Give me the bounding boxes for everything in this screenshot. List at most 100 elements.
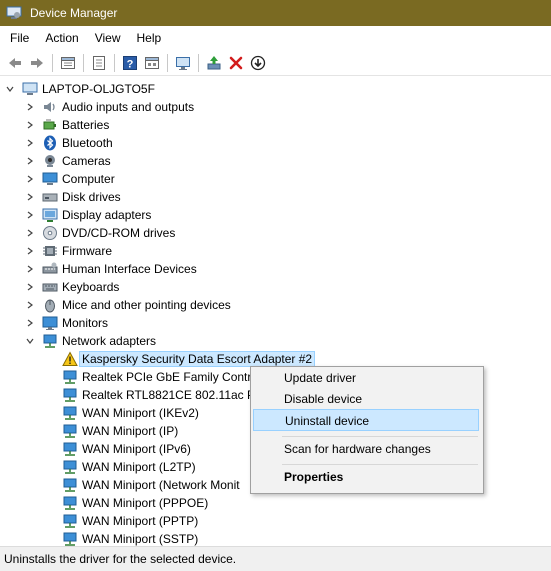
tree-category-network-adapters[interactable]: Network adapters (24, 332, 156, 350)
chevron-right-icon[interactable] (24, 209, 36, 221)
dvd-icon (43, 226, 57, 240)
tree-category-keyboards[interactable]: Keyboards (24, 278, 119, 296)
hid-icon (42, 262, 58, 274)
svg-text:?: ? (127, 58, 134, 70)
back-icon[interactable] (4, 52, 26, 74)
network-adapter-icon (63, 442, 77, 456)
adapter-label: WAN Miniport (SSTP) (82, 532, 199, 546)
adapter-label: WAN Miniport (Network Monit (82, 478, 240, 492)
chevron-right-icon[interactable] (24, 137, 36, 149)
title-bar: Device Manager (0, 0, 551, 26)
category-label: Computer (62, 172, 115, 186)
toolbar-separator (114, 53, 115, 72)
tree-category-firmware[interactable]: Firmware (24, 242, 112, 260)
network-adapter-item[interactable]: WAN Miniport (Network Monit (62, 476, 240, 494)
network-adapter-icon (63, 388, 77, 402)
adapter-label: WAN Miniport (PPTP) (82, 514, 199, 528)
network-adapter-item[interactable]: WAN Miniport (IPv6) (62, 440, 191, 458)
network-adapter-item[interactable]: WAN Miniport (L2TP) (62, 458, 196, 476)
context-menu: Update driver Disable device Uninstall d… (250, 366, 484, 494)
chevron-right-icon[interactable] (24, 227, 36, 239)
menu-item-update-driver[interactable]: Update driver (253, 367, 479, 389)
properties-view-icon[interactable] (57, 52, 79, 74)
chevron-right-icon[interactable] (24, 317, 36, 329)
tree-category-hid[interactable]: Human Interface Devices (24, 260, 197, 278)
tree-category-bluetooth[interactable]: Bluetooth (24, 134, 113, 152)
status-bar: Uninstalls the driver for the selected d… (0, 546, 551, 571)
chevron-right-icon[interactable] (24, 155, 36, 167)
tree-category-mice[interactable]: Mice and other pointing devices (24, 296, 231, 314)
adapter-label: WAN Miniport (IP) (82, 424, 179, 438)
tree-category-monitors[interactable]: Monitors (24, 314, 108, 332)
tree-category-display-adapters[interactable]: Display adapters (24, 206, 151, 224)
chevron-down-icon[interactable] (24, 335, 36, 347)
tree-category-dvd[interactable]: DVD/CD-ROM drives (24, 224, 175, 242)
category-label: Monitors (62, 316, 109, 330)
chevron-right-icon[interactable] (24, 119, 36, 131)
help-icon[interactable]: ? (119, 52, 141, 74)
menu-help[interactable]: Help (129, 27, 170, 49)
network-adapter-item[interactable]: WAN Miniport (PPPOE) (62, 494, 208, 512)
menu-separator (282, 436, 478, 437)
network-adapter-item[interactable]: WAN Miniport (SSTP) (62, 530, 198, 546)
menu-item-disable-device[interactable]: Disable device (253, 388, 479, 410)
chevron-right-icon[interactable] (24, 245, 36, 257)
status-text: Uninstalls the driver for the selected d… (4, 552, 237, 566)
disk-icon (42, 193, 58, 202)
tree-category-disk-drives[interactable]: Disk drives (24, 188, 121, 206)
toolbar-separator (83, 53, 84, 72)
chevron-right-icon[interactable] (24, 281, 36, 293)
category-label: Network adapters (62, 334, 157, 348)
category-label: DVD/CD-ROM drives (62, 226, 176, 240)
adapter-label: WAN Miniport (PPPOE) (82, 496, 209, 510)
tree-root[interactable]: LAPTOP-OLJGTO5F (4, 80, 155, 98)
network-adapter-item[interactable]: WAN Miniport (IP) (62, 422, 178, 440)
toolbar-separator (167, 53, 168, 72)
adapter-label: WAN Miniport (L2TP) (82, 460, 196, 474)
network-adapter-icon (63, 532, 77, 546)
download-icon[interactable] (247, 52, 269, 74)
menu-separator (282, 464, 478, 465)
category-label: Audio inputs and outputs (62, 100, 195, 114)
network-adapter-item[interactable]: Realtek PCIe GbE Family Contro (62, 368, 258, 386)
bluetooth-icon (44, 135, 56, 151)
tree-category-batteries[interactable]: Batteries (24, 116, 109, 134)
uninstall-x-icon[interactable] (225, 52, 247, 74)
tree-category-computer[interactable]: Computer (24, 170, 115, 188)
chevron-down-icon[interactable] (4, 83, 16, 95)
menu-item-properties[interactable]: Properties (253, 466, 479, 488)
battery-icon (43, 119, 56, 130)
warning-icon (62, 351, 78, 366)
keyboard-icon (42, 283, 58, 292)
menu-action[interactable]: Action (37, 27, 86, 49)
network-adapter-icon (63, 424, 77, 438)
adapter-label: Realtek PCIe GbE Family Contro (82, 370, 259, 384)
menu-bar: File Action View Help (0, 27, 551, 49)
resources-icon[interactable] (141, 52, 163, 74)
chevron-right-icon[interactable] (24, 101, 36, 113)
show-hide-icon[interactable] (88, 52, 110, 74)
category-label: Mice and other pointing devices (62, 298, 231, 312)
network-adapter-icon (63, 514, 77, 528)
menu-view[interactable]: View (87, 27, 129, 49)
network-adapter-item[interactable]: Realtek RTL8821CE 802.11ac PCI (62, 386, 267, 404)
menu-item-uninstall-device[interactable]: Uninstall device (253, 409, 479, 431)
tree-category-cameras[interactable]: Cameras (24, 152, 111, 170)
toolbar: ? (0, 50, 551, 76)
network-adapter-item[interactable]: WAN Miniport (PPTP) (62, 512, 198, 530)
forward-icon[interactable] (26, 52, 48, 74)
update-driver-icon[interactable] (203, 52, 225, 74)
chevron-right-icon[interactable] (24, 191, 36, 203)
chevron-right-icon[interactable] (24, 263, 36, 275)
chevron-right-icon[interactable] (24, 173, 36, 185)
monitor-scan-icon[interactable] (172, 52, 194, 74)
tree-root-label: LAPTOP-OLJGTO5F (42, 82, 155, 96)
adapter-label: Realtek RTL8821CE 802.11ac PCI (82, 388, 267, 402)
chevron-right-icon[interactable] (24, 299, 36, 311)
tree-category-audio[interactable]: Audio inputs and outputs (24, 98, 194, 116)
menu-file[interactable]: File (0, 27, 37, 49)
speaker-icon (44, 102, 55, 112)
network-adapter-item[interactable]: WAN Miniport (IKEv2) (62, 404, 199, 422)
menu-item-scan-hardware[interactable]: Scan for hardware changes (253, 438, 479, 460)
adapter-label: Kaspersky Security Data Escort Adapter #… (79, 351, 316, 367)
